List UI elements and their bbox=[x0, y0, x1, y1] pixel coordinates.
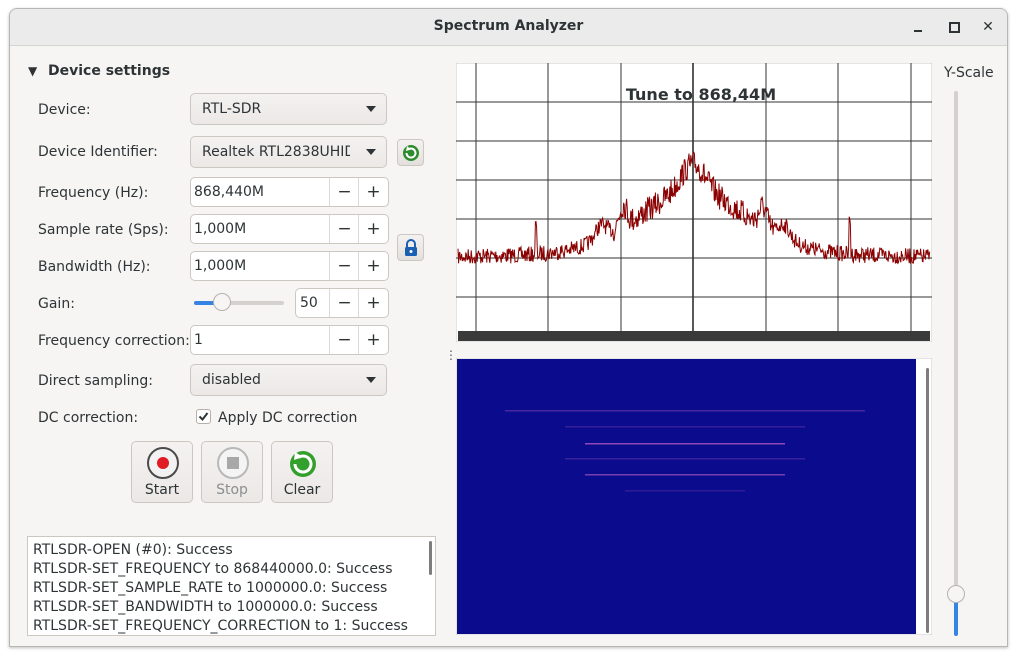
sample-rate-value: 1,000M bbox=[194, 221, 247, 237]
waterfall-line bbox=[585, 443, 785, 445]
log-line: RTLSDR-SET_SAMPLE_RATE to 1000000.0: Suc… bbox=[33, 580, 388, 596]
app-window: Spectrum Analyzer ✕ ▼ Device settings Dev… bbox=[9, 8, 1008, 647]
dc-correction-checkbox-label[interactable]: Apply DC correction bbox=[218, 410, 357, 426]
dropdown-arrow-icon bbox=[366, 106, 376, 112]
dc-correction-checkbox[interactable] bbox=[196, 409, 211, 424]
sample-rate-decrease-button[interactable]: − bbox=[329, 215, 359, 243]
close-button[interactable]: ✕ bbox=[976, 15, 1000, 39]
device-value: RTL-SDR bbox=[202, 101, 262, 117]
waterfall-scrollbar[interactable] bbox=[926, 368, 929, 633]
dropdown-arrow-icon bbox=[366, 149, 376, 155]
gain-decrease-button[interactable]: − bbox=[329, 289, 359, 317]
stop-button-label: Stop bbox=[216, 482, 248, 498]
sample-rate-spin[interactable]: 1,000M − + bbox=[190, 214, 389, 244]
direct-sampling-combo[interactable]: disabled bbox=[190, 364, 387, 396]
stop-button[interactable]: Stop bbox=[201, 441, 263, 503]
refresh-icon bbox=[402, 144, 419, 161]
waterfall-display[interactable] bbox=[456, 358, 932, 635]
frequency-label: Frequency (Hz): bbox=[38, 185, 149, 201]
device-settings-expander[interactable]: ▼ Device settings bbox=[28, 63, 170, 79]
device-combo[interactable]: RTL-SDR bbox=[190, 93, 387, 125]
log-view[interactable]: RTLSDR-OPEN (#0): Success RTLSDR-SET_FRE… bbox=[27, 536, 436, 636]
device-label: Device: bbox=[38, 102, 91, 118]
bandwidth-spin[interactable]: 1,000M − + bbox=[190, 251, 389, 281]
y-scale-handle[interactable] bbox=[947, 584, 965, 603]
bandwidth-value: 1,000M bbox=[194, 258, 247, 274]
device-identifier-value: Realtek RTL2838UHID bbox=[202, 144, 350, 160]
spectrum-title: Tune to 868,44M bbox=[626, 85, 776, 104]
waterfall-area bbox=[457, 359, 916, 634]
frequency-correction-increase-button[interactable]: + bbox=[358, 326, 388, 354]
maximize-icon bbox=[948, 21, 960, 33]
log-line: RTLSDR-SET_FREQUENCY_CORRECTION to 1: Su… bbox=[33, 618, 408, 634]
frequency-correction-spin[interactable]: 1 − + bbox=[190, 325, 389, 355]
sample-rate-increase-button[interactable]: + bbox=[358, 215, 388, 243]
expander-label: Device settings bbox=[48, 63, 171, 79]
refresh-devices-button[interactable] bbox=[397, 139, 424, 166]
y-scale-slider[interactable] bbox=[946, 91, 966, 641]
dropdown-arrow-icon bbox=[366, 377, 376, 383]
spectrum-plot[interactable]: Tune to 868,44M bbox=[456, 63, 932, 342]
waterfall-line bbox=[505, 410, 865, 412]
lock-button[interactable] bbox=[397, 234, 424, 261]
waterfall-line bbox=[565, 458, 805, 460]
refresh-icon bbox=[290, 451, 316, 477]
dc-correction-label: DC correction: bbox=[38, 410, 139, 426]
log-scrollbar[interactable] bbox=[429, 541, 432, 575]
gain-increase-button[interactable]: + bbox=[358, 289, 388, 317]
y-scale-trough bbox=[954, 91, 958, 636]
maximize-button[interactable] bbox=[942, 15, 966, 39]
sample-rate-label: Sample rate (Sps): bbox=[38, 222, 169, 238]
waterfall-line bbox=[625, 490, 745, 492]
gain-slider[interactable] bbox=[194, 293, 284, 313]
log-line: RTLSDR-SET_FREQUENCY to 868440000.0: Suc… bbox=[33, 561, 393, 577]
stop-icon bbox=[217, 447, 249, 479]
window-title: Spectrum Analyzer bbox=[433, 18, 584, 34]
frequency-value: 868,440M bbox=[194, 184, 264, 200]
bandwidth-label: Bandwidth (Hz): bbox=[38, 259, 151, 275]
gain-value: 50 bbox=[300, 295, 318, 311]
close-icon: ✕ bbox=[982, 19, 994, 35]
device-identifier-combo[interactable]: Realtek RTL2838UHID bbox=[190, 136, 387, 168]
lock-icon bbox=[404, 238, 417, 256]
record-icon bbox=[147, 447, 179, 479]
start-button[interactable]: Start bbox=[131, 441, 193, 503]
frequency-decrease-button[interactable]: − bbox=[329, 178, 359, 206]
bandwidth-increase-button[interactable]: + bbox=[358, 252, 388, 280]
frequency-spin[interactable]: 868,440M − + bbox=[190, 177, 389, 207]
title-bar: Spectrum Analyzer ✕ bbox=[10, 9, 1007, 46]
gain-slider-handle[interactable] bbox=[213, 293, 232, 311]
frequency-correction-decrease-button[interactable]: − bbox=[329, 326, 359, 354]
minimize-icon bbox=[914, 30, 922, 32]
frequency-correction-value: 1 bbox=[194, 332, 203, 348]
device-identifier-label: Device Identifier: bbox=[38, 144, 158, 160]
frequency-increase-button[interactable]: + bbox=[358, 178, 388, 206]
clear-button-label: Clear bbox=[283, 482, 321, 498]
clear-button[interactable]: Clear bbox=[271, 441, 333, 503]
frequency-correction-label: Frequency correction: bbox=[38, 333, 190, 349]
gain-spin[interactable]: 50 − + bbox=[295, 288, 389, 318]
expander-arrow-icon: ▼ bbox=[28, 64, 38, 78]
waterfall-line bbox=[585, 474, 785, 476]
start-button-label: Start bbox=[144, 482, 180, 498]
direct-sampling-value: disabled bbox=[202, 372, 261, 388]
minimize-button[interactable] bbox=[906, 15, 930, 39]
main-content: ▼ Device settings Device: RTL-SDR Device … bbox=[10, 46, 1007, 646]
checkmark-icon bbox=[198, 412, 209, 422]
y-scale-label: Y-Scale bbox=[944, 65, 994, 81]
gain-label: Gain: bbox=[38, 296, 75, 312]
direct-sampling-label: Direct sampling: bbox=[38, 373, 154, 389]
log-line: RTLSDR-SET_BANDWIDTH to 1000000.0: Succe… bbox=[33, 599, 378, 615]
log-line: RTLSDR-OPEN (#0): Success bbox=[33, 542, 233, 558]
bandwidth-decrease-button[interactable]: − bbox=[329, 252, 359, 280]
frequency-scale-bar bbox=[458, 331, 930, 341]
waterfall-line bbox=[565, 426, 805, 428]
